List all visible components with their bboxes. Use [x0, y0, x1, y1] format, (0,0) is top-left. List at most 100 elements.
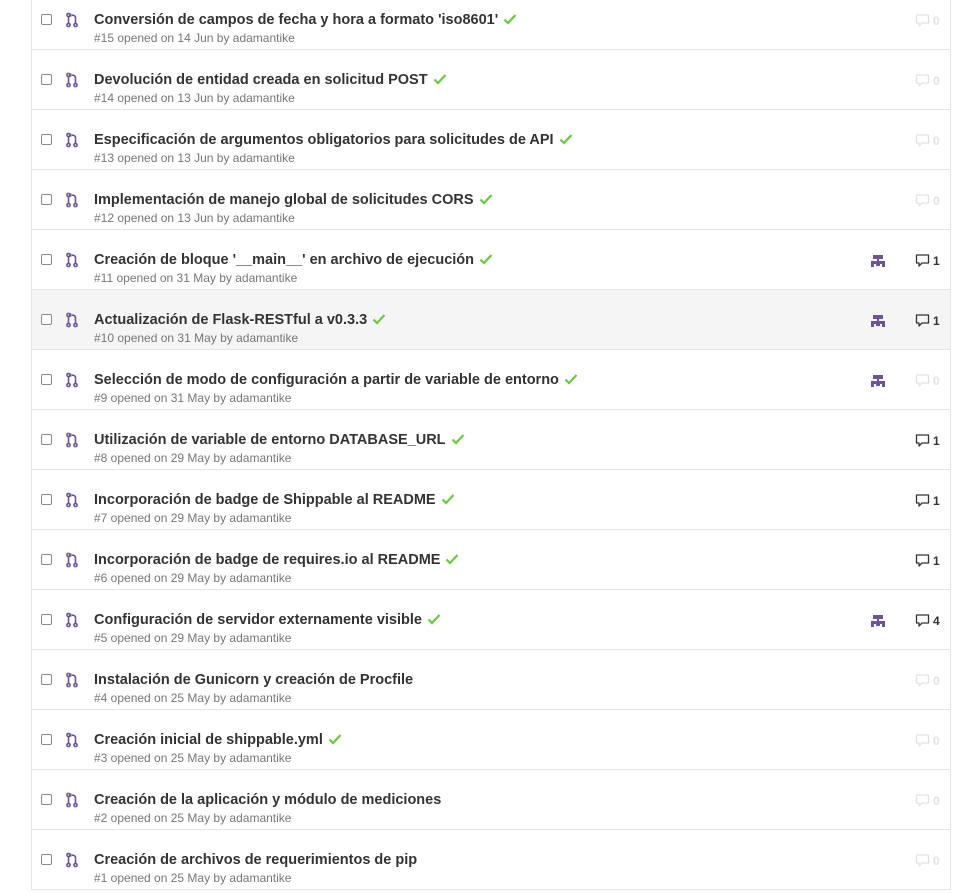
- pull-request-title[interactable]: Incorporación de badge de requires.io al…: [94, 552, 440, 568]
- comment-count: 0: [933, 374, 940, 388]
- pull-request-title[interactable]: Conversión de campos de fecha y hora a f…: [94, 12, 498, 28]
- comment-count-link[interactable]: 1: [915, 554, 940, 568]
- pull-request-row[interactable]: Creación de la aplicación y módulo de me…: [32, 770, 950, 830]
- select-checkbox[interactable]: [41, 194, 52, 205]
- select-checkbox[interactable]: [41, 794, 52, 805]
- check-icon[interactable]: [441, 491, 455, 505]
- pull-request-row[interactable]: Configuración de servidor externamente v…: [32, 590, 950, 650]
- select-checkbox[interactable]: [41, 674, 52, 685]
- pull-request-meta: #4 opened on 25 May by adamantike: [94, 691, 292, 705]
- comment-count-link[interactable]: 4: [915, 614, 940, 628]
- comment-count-link[interactable]: 0: [915, 374, 940, 388]
- pull-request-title[interactable]: Configuración de servidor externamente v…: [94, 612, 422, 628]
- pull-request-title[interactable]: Devolución de entidad creada en solicitu…: [94, 72, 428, 88]
- check-icon[interactable]: [559, 131, 573, 145]
- pull-request-row[interactable]: Devolución de entidad creada en solicitu…: [32, 50, 950, 110]
- select-checkbox[interactable]: [41, 74, 52, 85]
- git-pull-request-icon: [66, 492, 80, 508]
- pull-request-row[interactable]: Especificación de argumentos obligatorio…: [32, 110, 950, 170]
- pull-request-title[interactable]: Selección de modo de configuración a par…: [94, 372, 559, 388]
- pull-request-meta: #8 opened on 29 May by adamantike: [94, 451, 292, 465]
- comment-icon: [915, 14, 930, 28]
- comment-count: 1: [933, 314, 940, 328]
- pull-request-title[interactable]: Instalación de Gunicorn y creación de Pr…: [94, 672, 413, 688]
- comment-count-link[interactable]: 1: [915, 254, 940, 268]
- select-checkbox[interactable]: [41, 14, 52, 25]
- comment-count-link[interactable]: 0: [915, 674, 940, 688]
- comment-count: 1: [933, 254, 940, 268]
- comment-count-link[interactable]: 1: [915, 314, 940, 328]
- pull-request-title[interactable]: Creación inicial de shippable.yml: [94, 732, 323, 748]
- pull-request-title[interactable]: Incorporación de badge de Shippable al R…: [94, 492, 436, 508]
- git-pull-request-icon: [66, 132, 80, 148]
- check-icon[interactable]: [433, 71, 447, 85]
- pull-request-meta: #12 opened on 13 Jun by adamantike: [94, 211, 295, 225]
- check-icon[interactable]: [479, 191, 493, 205]
- comment-icon: [915, 734, 930, 748]
- pull-request-row[interactable]: Selección de modo de configuración a par…: [32, 350, 950, 410]
- select-checkbox[interactable]: [41, 254, 52, 265]
- pull-request-row[interactable]: Utilización de variable de entorno DATAB…: [32, 410, 950, 470]
- select-checkbox[interactable]: [41, 134, 52, 145]
- select-checkbox[interactable]: [41, 374, 52, 385]
- select-checkbox[interactable]: [41, 554, 52, 565]
- select-checkbox[interactable]: [41, 734, 52, 745]
- comment-icon: [915, 674, 930, 688]
- pull-request-row[interactable]: Creación de bloque '__main__' en archivo…: [32, 230, 950, 290]
- check-icon[interactable]: [328, 731, 342, 745]
- pull-request-row[interactable]: Instalación de Gunicorn y creación de Pr…: [32, 650, 950, 710]
- comment-count: 0: [933, 854, 940, 868]
- pull-request-row[interactable]: Creación inicial de shippable.yml #3 open…: [32, 710, 950, 770]
- pull-request-row[interactable]: Implementación de manejo global de solic…: [32, 170, 950, 230]
- comment-count-link[interactable]: 0: [915, 794, 940, 808]
- check-icon[interactable]: [479, 251, 493, 265]
- milestone-icon[interactable]: [870, 615, 886, 629]
- pull-request-title[interactable]: Creación de la aplicación y módulo de me…: [94, 792, 441, 808]
- pull-request-title[interactable]: Utilización de variable de entorno DATAB…: [94, 432, 446, 448]
- comment-count-link[interactable]: 0: [915, 74, 940, 88]
- comment-count-link[interactable]: 0: [915, 194, 940, 208]
- milestone-icon[interactable]: [870, 375, 886, 389]
- check-icon[interactable]: [427, 611, 441, 625]
- comment-count-link[interactable]: 1: [915, 494, 940, 508]
- comment-count: 0: [933, 134, 940, 148]
- pull-request-meta: #9 opened on 31 May by adamantike: [94, 391, 292, 405]
- check-icon[interactable]: [451, 431, 465, 445]
- select-checkbox[interactable]: [41, 614, 52, 625]
- pull-request-title[interactable]: Creación de archivos de requerimientos d…: [94, 852, 417, 868]
- pull-request-row[interactable]: Actualización de Flask-RESTful a v0.3.3 #…: [32, 290, 950, 350]
- comment-count: 0: [933, 74, 940, 88]
- select-checkbox[interactable]: [41, 434, 52, 445]
- pull-request-title[interactable]: Implementación de manejo global de solic…: [94, 192, 474, 208]
- comment-icon: [915, 74, 930, 88]
- check-icon[interactable]: [564, 371, 578, 385]
- pull-request-row[interactable]: Incorporación de badge de requires.io al…: [32, 530, 950, 590]
- milestone-icon[interactable]: [870, 315, 886, 329]
- comment-icon: [915, 554, 930, 568]
- comment-count-link[interactable]: 0: [915, 134, 940, 148]
- pull-request-title[interactable]: Especificación de argumentos obligatorio…: [94, 132, 554, 148]
- select-checkbox[interactable]: [41, 314, 52, 325]
- check-icon[interactable]: [445, 551, 459, 565]
- check-icon[interactable]: [503, 11, 517, 25]
- comment-count: 4: [933, 614, 940, 628]
- comment-count-link[interactable]: 0: [915, 734, 940, 748]
- git-pull-request-icon: [66, 252, 80, 268]
- select-checkbox[interactable]: [41, 854, 52, 865]
- git-pull-request-icon: [66, 732, 80, 748]
- pull-request-meta: #7 opened on 29 May by adamantike: [94, 511, 292, 525]
- pull-request-row[interactable]: Incorporación de badge de Shippable al R…: [32, 470, 950, 530]
- git-pull-request-icon: [66, 612, 80, 628]
- pull-request-title[interactable]: Actualización de Flask-RESTful a v0.3.3: [94, 312, 367, 328]
- milestone-icon[interactable]: [870, 255, 886, 269]
- pull-request-meta: #2 opened on 25 May by adamantike: [94, 811, 292, 825]
- comment-count-link[interactable]: 1: [915, 434, 940, 448]
- pull-request-title[interactable]: Creación de bloque '__main__' en archivo…: [94, 252, 474, 268]
- check-icon[interactable]: [372, 311, 386, 325]
- pull-request-row[interactable]: Conversión de campos de fecha y hora a f…: [32, 0, 950, 50]
- pull-request-row[interactable]: Creación de archivos de requerimientos d…: [32, 830, 950, 890]
- comment-count-link[interactable]: 0: [915, 854, 940, 868]
- pull-request-meta: #10 opened on 31 May by adamantike: [94, 331, 299, 345]
- comment-count-link[interactable]: 0: [915, 14, 940, 28]
- select-checkbox[interactable]: [41, 494, 52, 505]
